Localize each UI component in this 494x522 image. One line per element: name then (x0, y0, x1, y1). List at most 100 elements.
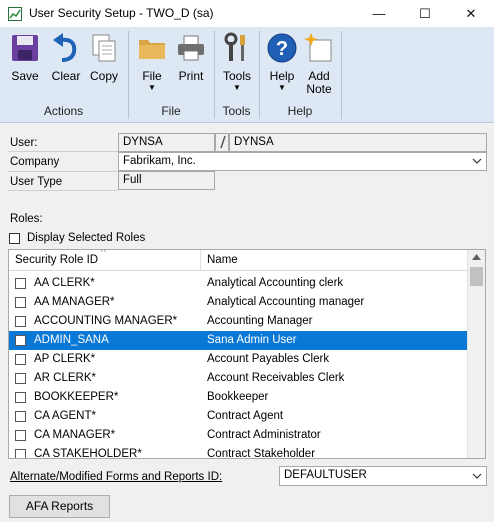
table-row[interactable]: AA CLERK* Analytical Accounting clerk (9, 274, 467, 293)
row-checkbox[interactable] (15, 335, 26, 346)
user-name-field: DYNSA (229, 133, 487, 152)
table-row[interactable]: CA MANAGER* Contract Administrator (9, 426, 467, 445)
print-label: Print (178, 69, 204, 83)
maximize-button[interactable]: ☐ (402, 0, 448, 27)
copy-label: Copy (89, 69, 118, 83)
floppy-disk-icon (12, 35, 38, 61)
copy-pages-icon (92, 34, 116, 62)
save-button[interactable]: Save (5, 32, 45, 83)
row-checkbox[interactable] (15, 354, 26, 365)
clear-label: Clear (51, 69, 81, 83)
company-label: Company (10, 156, 60, 168)
group-label-help: Help (287, 104, 313, 118)
alt-forms-select[interactable]: DEFAULTUSER (279, 466, 487, 486)
scroll-up-arrow-icon[interactable] (472, 254, 481, 260)
user-type-field: Full (118, 171, 215, 190)
role-id-cell: AR CLERK* (34, 372, 96, 384)
role-name-cell: Account Payables Clerk (207, 353, 330, 365)
company-select[interactable]: Fabrikam, Inc. (118, 152, 487, 171)
lookup-icon (220, 135, 226, 149)
ribbon-separator (341, 31, 342, 119)
minimize-button[interactable]: — (356, 0, 402, 27)
copy-button[interactable]: Copy (85, 32, 123, 83)
tools-menu-button[interactable]: Tools ▼ (218, 32, 256, 92)
display-selected-roles-label: Display Selected Roles (27, 232, 146, 244)
group-label-actions: Actions (43, 104, 84, 118)
company-value: Fabrikam, Inc. (123, 155, 196, 167)
role-name-cell: Contract Administrator (207, 429, 321, 441)
row-checkbox[interactable] (15, 411, 26, 422)
role-name-cell: Accounting Manager (207, 315, 313, 327)
table-row-selected[interactable]: ADMIN_SANA Sana Admin User (9, 331, 467, 350)
role-id-cell: AA CLERK* (34, 277, 95, 289)
window-title: User Security Setup - TWO_D (sa) (29, 6, 214, 20)
role-name-cell: Contract Stakeholder (207, 448, 316, 459)
table-row[interactable]: CA AGENT* Contract Agent (9, 407, 467, 426)
role-id-cell: CA AGENT* (34, 410, 96, 422)
row-checkbox[interactable] (15, 373, 26, 384)
group-label-file: File (161, 104, 181, 118)
add-note-label-line2: Note (306, 82, 332, 96)
tools-icon (224, 32, 245, 61)
column-divider (200, 250, 201, 270)
save-label: Save (11, 69, 39, 83)
note-star-icon (304, 33, 332, 62)
svg-text:?: ? (276, 38, 288, 60)
add-note-label: Add Note (300, 70, 338, 96)
row-checkbox[interactable] (15, 278, 26, 289)
divider (8, 190, 118, 191)
alt-forms-value: DEFAULTUSER (284, 469, 367, 481)
table-row[interactable]: AA MANAGER* Analytical Accounting manage… (9, 293, 467, 312)
role-id-cell: ACCOUNTING MANAGER* (34, 315, 178, 327)
sort-indicator-icon: ^ (101, 249, 106, 258)
divider (8, 171, 118, 172)
role-name-cell: Analytical Accounting clerk (207, 277, 344, 289)
user-id-field[interactable]: DYNSA (118, 133, 215, 152)
table-row[interactable]: AP CLERK* Account Payables Clerk (9, 350, 467, 369)
row-checkbox[interactable] (15, 297, 26, 308)
table-row[interactable]: CA STAKEHOLDER* Contract Stakeholder (9, 445, 467, 459)
help-menu-button[interactable]: ? Help ▼ (263, 32, 301, 92)
display-selected-roles-checkbox[interactable] (9, 233, 20, 244)
row-checkbox[interactable] (15, 430, 26, 441)
row-checkbox[interactable] (15, 449, 26, 458)
role-id-cell: CA STAKEHOLDER* (34, 448, 142, 459)
role-id-cell: BOOKKEEPER* (34, 391, 119, 403)
lookup-button[interactable] (215, 133, 229, 152)
column-header-name[interactable]: Name (207, 254, 238, 266)
undo-arrow-icon (53, 33, 77, 62)
print-button[interactable]: Print (172, 32, 210, 83)
role-id-cell: AA MANAGER* (34, 296, 115, 308)
file-label: File (142, 69, 162, 83)
role-name-cell: Account Receivables Clerk (207, 372, 345, 384)
clear-button[interactable]: Clear (46, 32, 86, 83)
add-note-button[interactable]: Add Note (300, 32, 338, 96)
tools-label: Tools (222, 69, 251, 83)
printer-icon (178, 35, 204, 61)
table-row[interactable]: ACCOUNTING MANAGER* Accounting Manager (9, 312, 467, 331)
chevron-down-icon (472, 473, 482, 479)
user-label: User: (10, 137, 38, 149)
file-menu-button[interactable]: File ▼ (133, 32, 171, 92)
column-header-security-role-id[interactable]: Security Role ID (15, 254, 98, 266)
alt-forms-label: Alternate/Modified Forms and Reports ID: (10, 471, 223, 483)
close-button[interactable]: ✕ (448, 0, 494, 27)
roles-grid: Security Role ID ^ Name AA CLERK* Analyt… (8, 249, 486, 459)
row-checkbox[interactable] (15, 392, 26, 403)
table-row[interactable]: AR CLERK* Account Receivables Clerk (9, 369, 467, 388)
divider (8, 151, 118, 152)
role-name-cell: Analytical Accounting manager (207, 296, 365, 308)
role-name-cell: Sana Admin User (207, 334, 297, 346)
grid-header: Security Role ID ^ Name (9, 250, 467, 271)
table-row[interactable]: BOOKKEEPER* Bookkeeper (9, 388, 467, 407)
role-id-cell: ADMIN_SANA (34, 334, 109, 346)
vertical-scrollbar[interactable] (467, 250, 485, 458)
afa-reports-button[interactable]: AFA Reports (9, 495, 110, 518)
row-checkbox[interactable] (15, 316, 26, 327)
role-id-cell: CA MANAGER* (34, 429, 116, 441)
help-label: Help (269, 69, 295, 83)
chevron-down-icon (472, 158, 482, 164)
user-type-label: User Type (10, 176, 63, 188)
chevron-down-icon: ▼ (148, 83, 156, 92)
scrollbar-thumb[interactable] (470, 267, 483, 286)
